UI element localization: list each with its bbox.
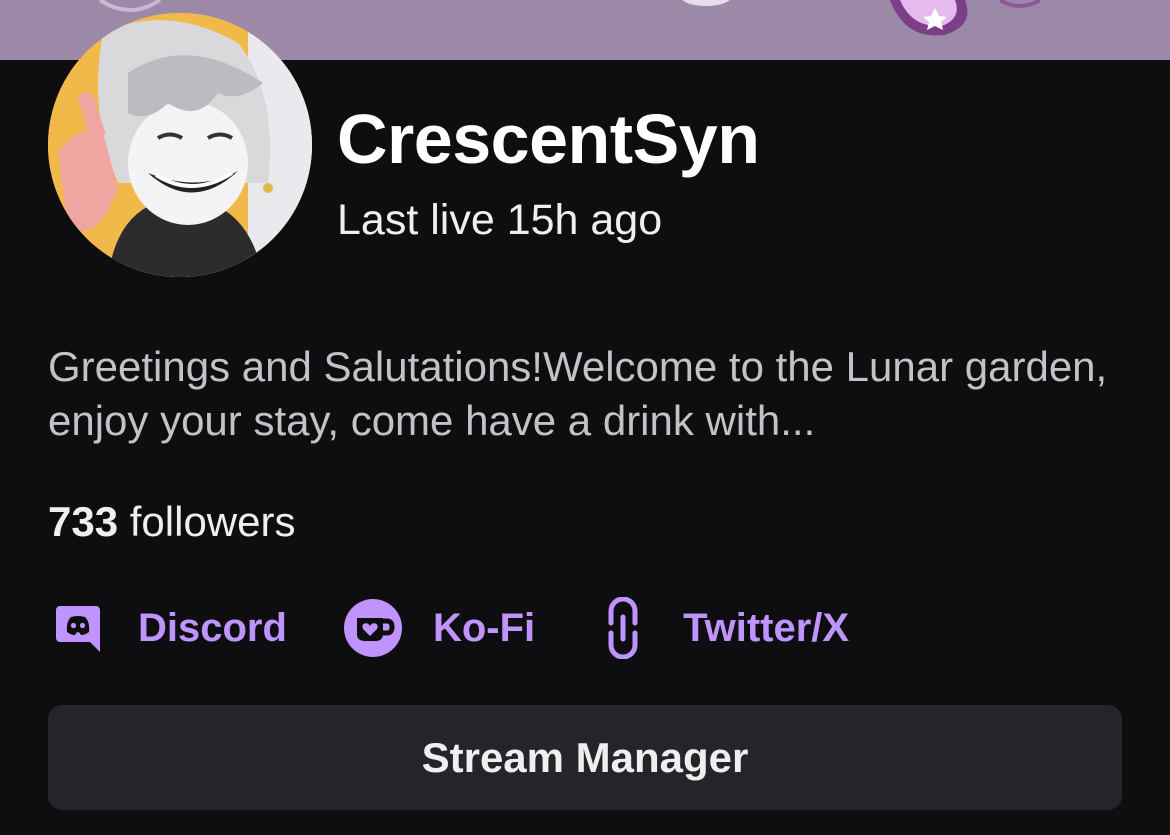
channel-name: CrescentSyn: [337, 100, 760, 178]
channel-avatar[interactable]: [48, 13, 312, 277]
twitter-x-link-label: Twitter/X: [683, 605, 850, 650]
kofi-link[interactable]: Ko-Fi: [343, 598, 535, 658]
channel-bio[interactable]: Greetings and Salutations!Welcome to the…: [48, 340, 1128, 448]
followers-count: 733 followers: [48, 496, 295, 548]
link-icon: [593, 597, 653, 659]
discord-link[interactable]: Discord: [48, 598, 287, 658]
kofi-link-label: Ko-Fi: [432, 605, 536, 650]
stream-manager-button[interactable]: Stream Manager: [48, 705, 1122, 810]
kofi-icon: [343, 598, 403, 658]
social-links: Discord Ko-Fi Twitter/X: [48, 596, 849, 660]
followers-label: followers: [129, 498, 296, 545]
last-live-status: Last live 15h ago: [337, 196, 663, 244]
avatar-illustration: [48, 13, 312, 277]
discord-icon: [48, 598, 108, 658]
twitter-x-link[interactable]: Twitter/X: [593, 597, 850, 659]
followers-number: 733: [48, 498, 119, 545]
discord-link-label: Discord: [138, 605, 287, 650]
